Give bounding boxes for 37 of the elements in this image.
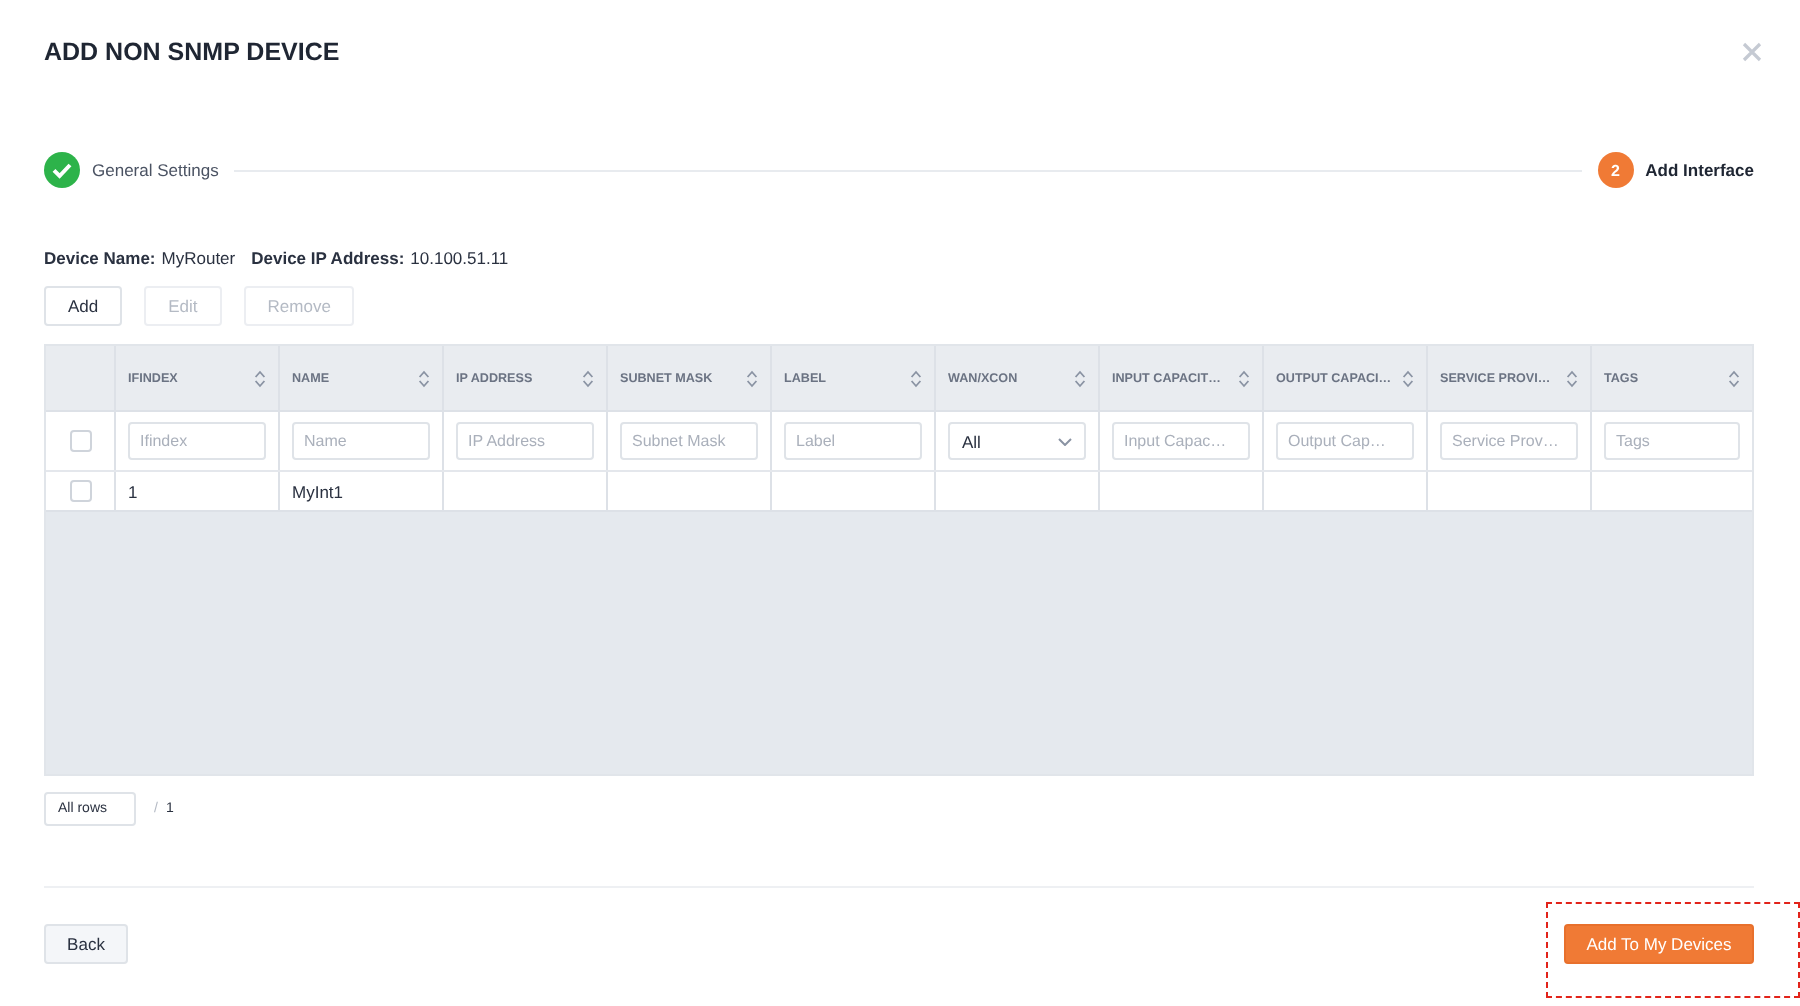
sort-icon[interactable]: [1728, 369, 1740, 387]
add-devices-button[interactable]: Add To My Devices: [1564, 924, 1754, 964]
filter-field[interactable]: IP Address: [456, 422, 594, 460]
sort-icon[interactable]: [1402, 369, 1414, 387]
sort-icon[interactable]: [1566, 369, 1578, 387]
step-number: 2: [1597, 152, 1634, 188]
toolbar-button[interactable]: Add: [44, 286, 123, 326]
filter-field[interactable]: Service Prov…: [1440, 422, 1578, 460]
sort-icon[interactable]: [254, 369, 266, 387]
sort-icon[interactable]: [418, 369, 430, 387]
table-cell: 1: [128, 481, 138, 501]
filter-field[interactable]: Input Capac…: [1112, 422, 1250, 460]
field-label: Device Name:: [44, 248, 156, 268]
caret-icon[interactable]: [1058, 437, 1072, 445]
filter-field[interactable]: Tags: [1604, 422, 1740, 460]
dialog-title: ADD NON SNMP DEVICE: [44, 38, 340, 66]
field-label: Device IP Address:: [251, 248, 405, 268]
field-value: MyRouter: [161, 248, 236, 268]
sort-icon[interactable]: [746, 369, 758, 387]
filter-field[interactable]: Name: [292, 422, 430, 460]
filter-field[interactable]: Label: [784, 422, 922, 460]
back-button[interactable]: Back: [44, 924, 128, 964]
filter-dropdown[interactable]: All: [948, 422, 1086, 460]
checkbox[interactable]: [69, 430, 91, 452]
sort-icon[interactable]: [1074, 369, 1086, 387]
filter-field[interactable]: Subnet Mask: [620, 422, 758, 460]
filter-field[interactable]: Ifindex: [128, 422, 266, 460]
step-label: General Settings: [92, 160, 219, 180]
field-value: 10.100.51.11: [410, 248, 509, 268]
checkbox[interactable]: [69, 480, 91, 502]
sort-icon[interactable]: [1238, 369, 1250, 387]
step-label: Add Interface: [1645, 160, 1754, 180]
table-cell: MyInt1: [292, 481, 344, 501]
filter-field[interactable]: Output Cap…: [1276, 422, 1414, 460]
sort-icon[interactable]: [582, 369, 594, 387]
close-icon[interactable]: [1742, 42, 1762, 62]
sort-icon[interactable]: [910, 369, 922, 387]
